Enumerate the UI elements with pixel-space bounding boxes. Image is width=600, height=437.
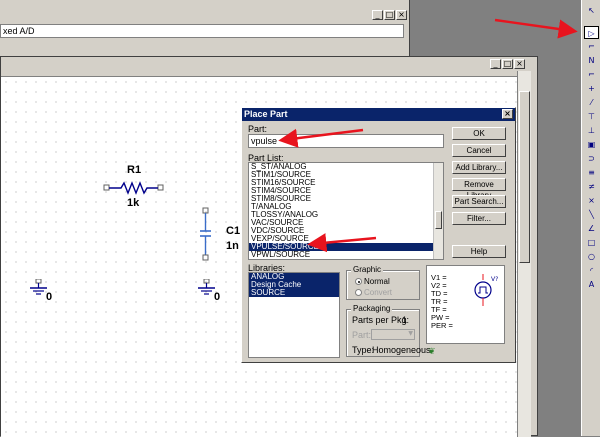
remove-library-button[interactable]: Remove Library — [452, 178, 506, 200]
hierarchical-port-icon[interactable]: ≡ — [584, 166, 599, 179]
packaging-group: Packaging Parts per Pkg: 1 Part: ▼ Type:… — [346, 304, 431, 357]
symbol-preview: V1 = V2 = TD = TR = TF = PW = PER = V? — [426, 265, 505, 344]
text-icon[interactable]: A — [584, 278, 599, 291]
junction-icon[interactable]: + — [584, 82, 599, 95]
hierarchical-pin-icon[interactable]: ≠ — [584, 180, 599, 193]
vertical-scrollbar[interactable] — [517, 71, 531, 437]
symbol-ref-label: V? — [491, 276, 498, 283]
back-window-title-field: xed A/D — [0, 24, 404, 38]
convert-radio-label: Convert — [364, 288, 393, 297]
maximize-button[interactable]: □ — [502, 59, 513, 69]
arc-icon[interactable]: ◜ — [584, 264, 599, 277]
polyline-icon[interactable]: ∠ — [584, 222, 599, 235]
place-part-dialog: Place Part × Part: vpulse Part List: S_S… — [241, 107, 516, 363]
draw-toolbar: ↖ ▷ ⌐ N ⌐ + ⁄ ⊤ ⊥ ▣ ⊃ ≡ ≠ × ╲ ∠ □ ○ ◜ A — [581, 0, 600, 436]
part-search-button[interactable]: Part Search... — [452, 195, 506, 208]
minimize-button[interactable]: _ — [372, 10, 383, 20]
resistor-r1[interactable] — [103, 181, 165, 195]
arrow-to-place-part-tool — [494, 18, 578, 39]
graphic-group-title: Graphic — [351, 265, 384, 274]
packaging-part-select[interactable]: ▼ — [371, 329, 415, 340]
minimize-button[interactable]: _ — [490, 59, 501, 69]
packaging-part-label: Part: — [352, 330, 372, 340]
type-label: Type: — [352, 345, 375, 355]
back-window-controls: _ □ × — [372, 10, 407, 20]
library-item[interactable]: SOURCE — [249, 289, 339, 297]
part-label: Part: — [248, 124, 268, 134]
part-list[interactable]: S_ST/ANALOG STIM1/SOURCE STIM16/SOURCE STIM… — [248, 162, 444, 260]
bus-icon[interactable]: ⌐ — [584, 68, 599, 81]
vpulse-symbol-preview: V? — [474, 274, 498, 306]
bus-entry-icon[interactable]: ⁄ — [584, 96, 599, 109]
net-alias-icon[interactable]: N — [584, 54, 599, 67]
line-icon[interactable]: ╲ — [584, 208, 599, 221]
select-arrow-icon[interactable]: ↖ — [584, 4, 599, 17]
close-button[interactable]: × — [396, 10, 407, 20]
normal-radio-label: Normal — [364, 277, 390, 286]
dialog-title: Place Part — [244, 109, 288, 119]
dialog-close-button[interactable]: × — [502, 109, 513, 119]
rectangle-icon[interactable]: □ — [584, 236, 599, 249]
r1-value-label[interactable]: 1k — [127, 197, 139, 209]
back-window: _ □ × xed A/D — [0, 0, 410, 62]
ellipse-icon[interactable]: ○ — [584, 250, 599, 263]
graphic-group: Graphic Normal Convert — [346, 265, 420, 300]
parts-per-pkg-label: Parts per Pkg: — [352, 315, 410, 325]
part-list-scrollbar[interactable] — [433, 163, 443, 259]
part-input[interactable]: vpulse — [248, 134, 444, 148]
r1-name-label[interactable]: R1 — [127, 164, 141, 176]
close-button[interactable]: × — [514, 59, 525, 69]
no-connect-icon[interactable]: × — [584, 194, 599, 207]
chevron-down-icon: ▼ — [408, 330, 413, 337]
hierarchical-block-icon[interactable]: ⊃ — [584, 152, 599, 165]
dialog-title-bar: Place Part × — [242, 108, 515, 121]
type-value: Homogeneous — [372, 345, 431, 355]
scrollbar-thumb[interactable] — [519, 91, 530, 263]
libraries-list[interactable]: ANALOG Design Cache SOURCE — [248, 272, 340, 358]
c1-value-label[interactable]: 1n — [226, 240, 239, 252]
cancel-button[interactable]: Cancel — [452, 144, 506, 157]
ground-icon[interactable]: ⊥ — [584, 124, 599, 137]
radio-on-icon — [355, 278, 362, 285]
normal-radio[interactable]: Normal — [355, 277, 390, 286]
ok-button[interactable]: OK — [452, 127, 506, 140]
add-library-button[interactable]: Add Library... — [452, 161, 506, 174]
off-page-icon[interactable]: ▣ — [584, 138, 599, 151]
place-part-icon[interactable]: ▷ — [584, 26, 599, 39]
convert-radio[interactable]: Convert — [355, 288, 392, 297]
c1-name-label[interactable]: C1 — [226, 225, 240, 237]
ground-left-label: 0 — [46, 291, 53, 303]
ground-right-label: 0 — [214, 291, 221, 303]
preview-param-line: PER = — [431, 321, 453, 330]
maximize-button[interactable]: □ — [384, 10, 395, 20]
filter-button[interactable]: Filter... — [452, 212, 506, 225]
help-button[interactable]: Help — [452, 245, 506, 258]
pin-icon[interactable]: ❦ — [428, 347, 436, 357]
wire-icon[interactable]: ⌐ — [584, 40, 599, 53]
radio-off-icon — [355, 289, 362, 296]
schematic-window-controls: _ □ × — [490, 59, 525, 69]
packaging-group-title: Packaging — [351, 304, 393, 313]
part-list-scroll-thumb[interactable] — [435, 211, 442, 229]
part-list-item[interactable]: VPWL/SOURCE — [249, 251, 443, 259]
parts-per-pkg-value: 1 — [402, 315, 408, 325]
capacitor-c1[interactable] — [199, 207, 213, 263]
power-icon[interactable]: ⊤ — [584, 110, 599, 123]
